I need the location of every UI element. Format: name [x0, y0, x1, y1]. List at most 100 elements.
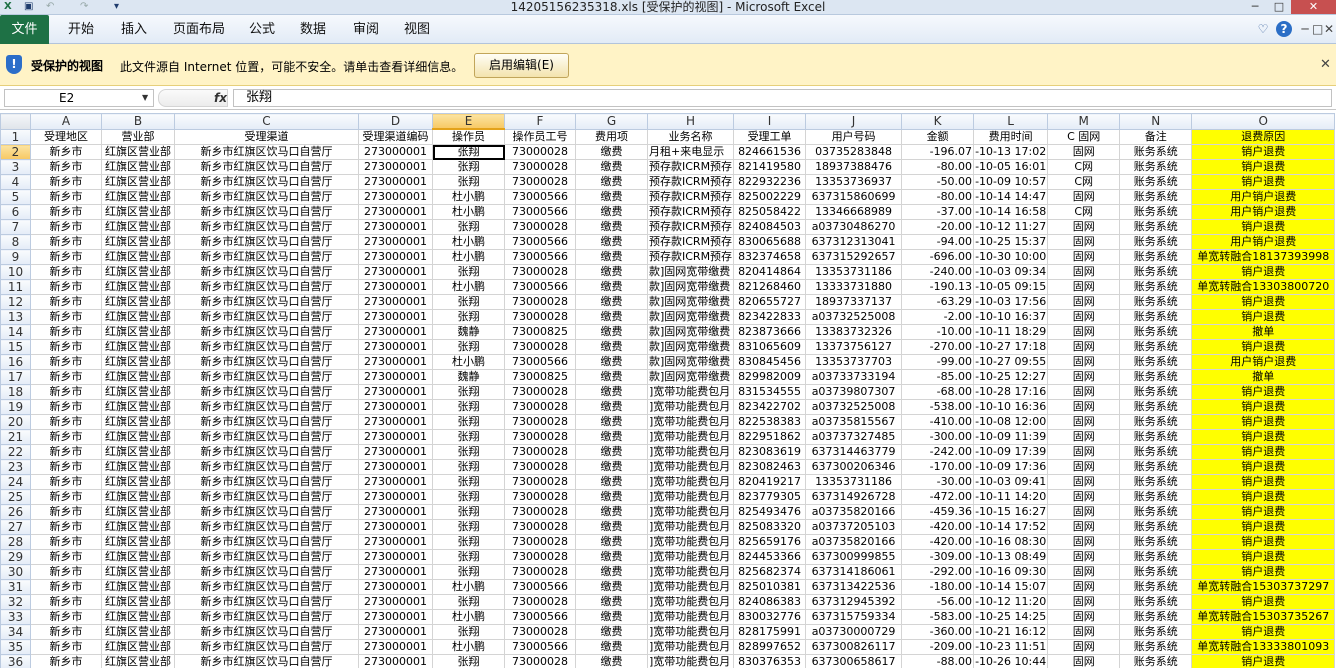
- data-cell[interactable]: 固网: [1047, 249, 1121, 265]
- data-cell[interactable]: 820414864: [733, 264, 807, 280]
- data-cell[interactable]: 红旗区营业部: [101, 519, 175, 535]
- data-cell[interactable]: 新乡市: [30, 399, 102, 415]
- data-cell[interactable]: 73000825: [504, 324, 576, 340]
- data-cell[interactable]: 预存款ICRM预存: [646, 219, 735, 235]
- row-header[interactable]: 20: [0, 414, 31, 430]
- data-cell[interactable]: 固网: [1047, 579, 1121, 595]
- data-cell[interactable]: 新乡市红旗区饮马口自营厅: [174, 624, 359, 640]
- data-cell[interactable]: 单宽转融合15303737297: [1191, 579, 1336, 595]
- data-cell[interactable]: 缴费: [575, 384, 648, 400]
- row-header[interactable]: 31: [0, 579, 31, 595]
- data-cell[interactable]: 824084503: [733, 219, 807, 235]
- data-cell[interactable]: 用户销户退费: [1191, 234, 1336, 250]
- data-cell[interactable]: 销户退费: [1191, 159, 1336, 175]
- data-cell[interactable]: 红旗区营业部: [101, 594, 175, 610]
- data-cell[interactable]: 红旗区营业部: [101, 399, 175, 415]
- data-cell[interactable]: -10-05 09:15: [973, 279, 1049, 295]
- data-cell[interactable]: 固网: [1047, 534, 1121, 550]
- data-cell[interactable]: 新乡市: [30, 339, 102, 355]
- data-cell[interactable]: ]宽带功能费包月: [646, 564, 735, 580]
- data-cell[interactable]: 73000028: [504, 219, 576, 235]
- data-cell[interactable]: 新乡市: [30, 564, 102, 580]
- data-cell[interactable]: 账务系统: [1119, 564, 1193, 580]
- data-cell[interactable]: 销户退费: [1191, 534, 1336, 550]
- data-cell[interactable]: 273000001: [358, 189, 433, 205]
- data-cell[interactable]: 273000001: [358, 639, 433, 655]
- data-cell[interactable]: 新乡市: [30, 519, 102, 535]
- data-cell[interactable]: ]宽带功能费包月: [646, 459, 735, 475]
- column-header[interactable]: F: [504, 113, 576, 130]
- data-cell[interactable]: 73000028: [504, 144, 576, 160]
- data-cell[interactable]: 823422833: [733, 309, 807, 325]
- data-cell[interactable]: 新乡市红旗区饮马口自营厅: [174, 249, 359, 265]
- data-cell[interactable]: 红旗区营业部: [101, 309, 175, 325]
- row-header[interactable]: 18: [0, 384, 31, 400]
- data-cell[interactable]: ]宽带功能费包月: [646, 639, 735, 655]
- data-cell[interactable]: 红旗区营业部: [101, 249, 175, 265]
- data-cell[interactable]: 新乡市: [30, 354, 102, 370]
- data-cell[interactable]: 637312945392: [805, 594, 903, 610]
- data-cell[interactable]: -94.00: [901, 234, 975, 250]
- data-cell[interactable]: -180.00: [901, 579, 975, 595]
- data-cell[interactable]: 18937337137: [805, 294, 903, 310]
- data-cell[interactable]: 13346668989: [805, 204, 903, 220]
- data-cell[interactable]: 新乡市红旗区饮马口自营厅: [174, 549, 359, 565]
- data-cell[interactable]: 新乡市: [30, 189, 102, 205]
- data-cell[interactable]: 新乡市: [30, 549, 102, 565]
- data-cell[interactable]: 新乡市红旗区饮马口自营厅: [174, 174, 359, 190]
- data-cell[interactable]: -10-10 16:37: [973, 309, 1049, 325]
- column-header[interactable]: O: [1191, 113, 1336, 130]
- data-cell[interactable]: 红旗区营业部: [101, 279, 175, 295]
- data-cell[interactable]: -10-11 18:29: [973, 324, 1049, 340]
- data-cell[interactable]: 销户退费: [1191, 489, 1336, 505]
- data-cell[interactable]: 823873666: [733, 324, 807, 340]
- minimize-window-button[interactable]: ─: [1243, 0, 1267, 14]
- data-cell[interactable]: -10-13 08:49: [973, 549, 1049, 565]
- data-cell[interactable]: 13353737703: [805, 354, 903, 370]
- data-cell[interactable]: 缴费: [575, 429, 648, 445]
- data-cell[interactable]: 新乡市红旗区饮马口自营厅: [174, 189, 359, 205]
- data-cell[interactable]: 13353736937: [805, 174, 903, 190]
- data-cell[interactable]: 红旗区营业部: [101, 219, 175, 235]
- data-cell[interactable]: 273000001: [358, 474, 433, 490]
- row-header[interactable]: 15: [0, 339, 31, 355]
- data-cell[interactable]: ]宽带功能费包月: [646, 534, 735, 550]
- data-cell[interactable]: 杜小鹏: [432, 639, 505, 655]
- data-cell[interactable]: -10-03 09:41: [973, 474, 1049, 490]
- row-header[interactable]: 9: [0, 249, 31, 265]
- row-header[interactable]: 16: [0, 354, 31, 370]
- data-cell[interactable]: 273000001: [358, 144, 433, 160]
- data-cell[interactable]: 销户退费: [1191, 174, 1336, 190]
- data-cell[interactable]: 73000566: [504, 249, 576, 265]
- data-cell[interactable]: 新乡市: [30, 204, 102, 220]
- row-header[interactable]: 26: [0, 504, 31, 520]
- data-cell[interactable]: 新乡市: [30, 444, 102, 460]
- data-cell[interactable]: a03737205103: [805, 519, 903, 535]
- data-cell[interactable]: 账务系统: [1119, 654, 1193, 668]
- data-cell[interactable]: 固网: [1047, 654, 1121, 668]
- data-cell[interactable]: 杜小鹏: [432, 354, 505, 370]
- data-cell[interactable]: 73000566: [504, 579, 576, 595]
- data-cell[interactable]: 账务系统: [1119, 519, 1193, 535]
- data-cell[interactable]: 273000001: [358, 174, 433, 190]
- data-cell[interactable]: 款]固网宽带缴费: [646, 354, 735, 370]
- data-cell[interactable]: 缴费: [575, 219, 648, 235]
- data-cell[interactable]: -10-14 17:52: [973, 519, 1049, 535]
- data-cell[interactable]: 新乡市: [30, 159, 102, 175]
- data-cell[interactable]: 固网: [1047, 549, 1121, 565]
- data-cell[interactable]: -63.29: [901, 294, 975, 310]
- data-cell[interactable]: 红旗区营业部: [101, 174, 175, 190]
- data-cell[interactable]: 缴费: [575, 414, 648, 430]
- data-cell[interactable]: 账务系统: [1119, 249, 1193, 265]
- data-cell[interactable]: -10-14 16:58: [973, 204, 1049, 220]
- data-cell[interactable]: 缴费: [575, 324, 648, 340]
- data-cell[interactable]: 缴费: [575, 369, 648, 385]
- data-cell[interactable]: 张翔: [432, 624, 505, 640]
- data-cell[interactable]: 红旗区营业部: [101, 429, 175, 445]
- data-cell[interactable]: 637315860699: [805, 189, 903, 205]
- row-header[interactable]: 23: [0, 459, 31, 475]
- data-cell[interactable]: 新乡市红旗区饮马口自营厅: [174, 414, 359, 430]
- data-cell[interactable]: 销户退费: [1191, 444, 1336, 460]
- data-cell[interactable]: 账务系统: [1119, 294, 1193, 310]
- data-cell[interactable]: -10-25 15:37: [973, 234, 1049, 250]
